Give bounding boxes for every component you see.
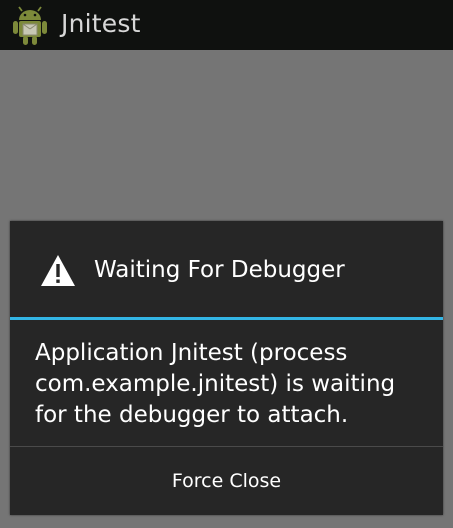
app-title: Jnitest [61,9,141,38]
warning-icon [41,255,75,286]
title-divider [10,317,443,320]
android-robot-icon [13,6,47,45]
dialog-title: Waiting For Debugger [94,257,345,283]
dialog-title-row: Waiting For Debugger [10,221,443,319]
action-bar: Jnitest [0,0,453,50]
force-close-button[interactable]: Force Close [10,447,443,515]
waiting-for-debugger-dialog: Waiting For Debugger Application Jnitest… [10,221,443,515]
dialog-message: Application Jnitest (process com.example… [35,340,396,428]
screen: Jnitest Waiting For Debugger Application… [0,0,453,528]
